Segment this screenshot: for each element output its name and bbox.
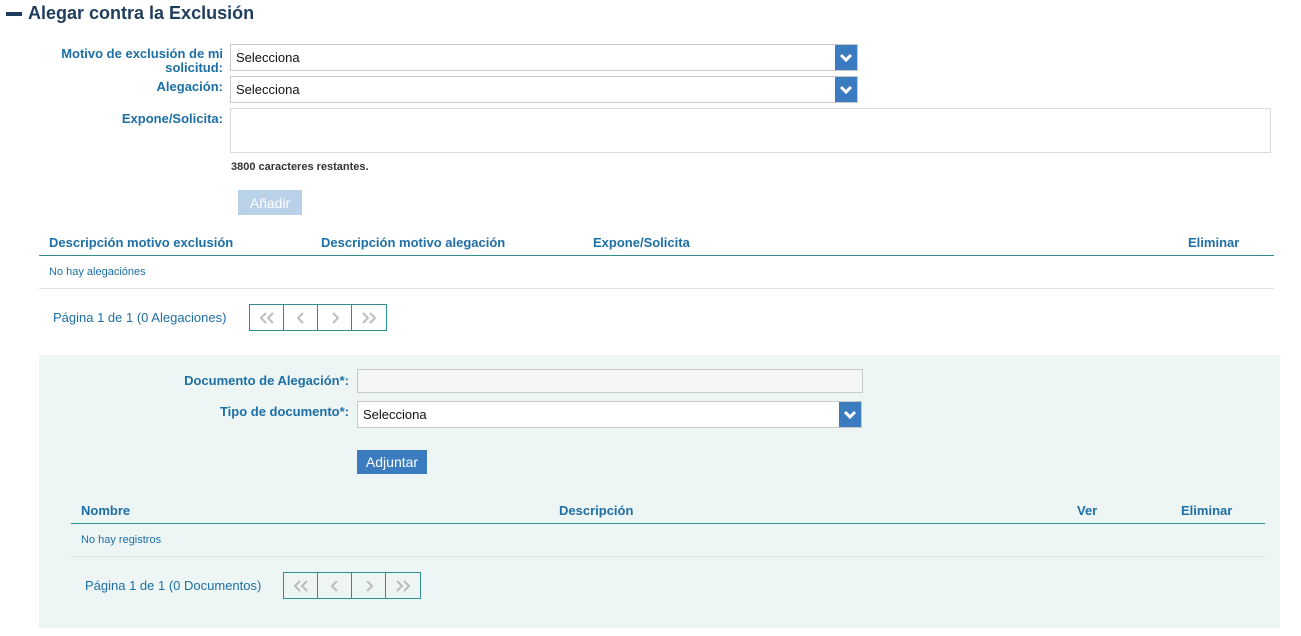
- motivo-select[interactable]: Selecciona: [230, 44, 858, 71]
- col-header-descripcion[interactable]: Descripción: [559, 503, 633, 518]
- table-header-divider: [39, 255, 1274, 256]
- last-page-icon[interactable]: [386, 573, 420, 598]
- next-page-icon[interactable]: [318, 305, 352, 330]
- col-header-eliminar-doc[interactable]: Eliminar: [1181, 503, 1232, 518]
- alegacion-label: Alegación:: [156, 79, 223, 94]
- alegacion-select-value: Selecciona: [236, 82, 300, 97]
- pager-documents: [283, 572, 421, 599]
- prev-page-icon[interactable]: [318, 573, 352, 598]
- chevron-down-icon[interactable]: [839, 402, 861, 427]
- expone-textarea[interactable]: [230, 108, 1271, 153]
- doc-table-header-divider: [71, 523, 1265, 524]
- add-button[interactable]: Añadir: [238, 190, 302, 215]
- motivo-select-value: Selecciona: [236, 50, 300, 65]
- pager-alegaciones: [249, 304, 387, 331]
- tipo-label: Tipo de documento*:: [219, 404, 349, 419]
- tipo-select-value: Selecciona: [363, 407, 427, 422]
- col-header-expone[interactable]: Expone/Solicita: [593, 235, 690, 250]
- document-file-field[interactable]: [357, 369, 863, 393]
- col-header-motivo-alegacion[interactable]: Descripción motivo alegación: [321, 235, 505, 250]
- alegacion-select[interactable]: Selecciona: [230, 76, 858, 103]
- section-title: Alegar contra la Exclusión: [28, 2, 255, 23]
- attach-button[interactable]: Adjuntar: [357, 450, 427, 474]
- collapse-icon[interactable]: [6, 11, 22, 16]
- doc-table-row-divider: [71, 556, 1265, 557]
- motivo-label: Motivo de exclusión de mi solicitud:: [61, 46, 223, 75]
- table-row-divider: [39, 288, 1274, 289]
- empty-alegaciones: No hay alegaciónes: [49, 266, 146, 278]
- char-counter: 3800 caracteres restantes.: [231, 161, 369, 173]
- section-header[interactable]: Alegar contra la Exclusión: [6, 1, 254, 25]
- pager-text-documents: Página 1 de 1 (0 Documentos): [85, 578, 262, 593]
- col-header-nombre[interactable]: Nombre: [81, 503, 130, 518]
- next-page-icon[interactable]: [352, 573, 386, 598]
- pager-text-alegaciones: Página 1 de 1 (0 Alegaciones): [53, 310, 227, 325]
- first-page-icon[interactable]: [250, 305, 284, 330]
- expone-label: Expone/Solicita:: [121, 111, 223, 126]
- chevron-down-icon[interactable]: [835, 45, 857, 70]
- prev-page-icon[interactable]: [284, 305, 318, 330]
- col-header-eliminar[interactable]: Eliminar: [1188, 235, 1239, 250]
- col-header-motivo-exclusion[interactable]: Descripción motivo exclusión: [49, 235, 233, 250]
- tipo-documento-select[interactable]: Selecciona: [357, 401, 862, 428]
- last-page-icon[interactable]: [352, 305, 386, 330]
- empty-documents: No hay registros: [81, 534, 162, 546]
- chevron-down-icon[interactable]: [835, 77, 857, 102]
- first-page-icon[interactable]: [284, 573, 318, 598]
- doc-label: Documento de Alegación*:: [184, 373, 349, 388]
- col-header-ver[interactable]: Ver: [1077, 503, 1097, 518]
